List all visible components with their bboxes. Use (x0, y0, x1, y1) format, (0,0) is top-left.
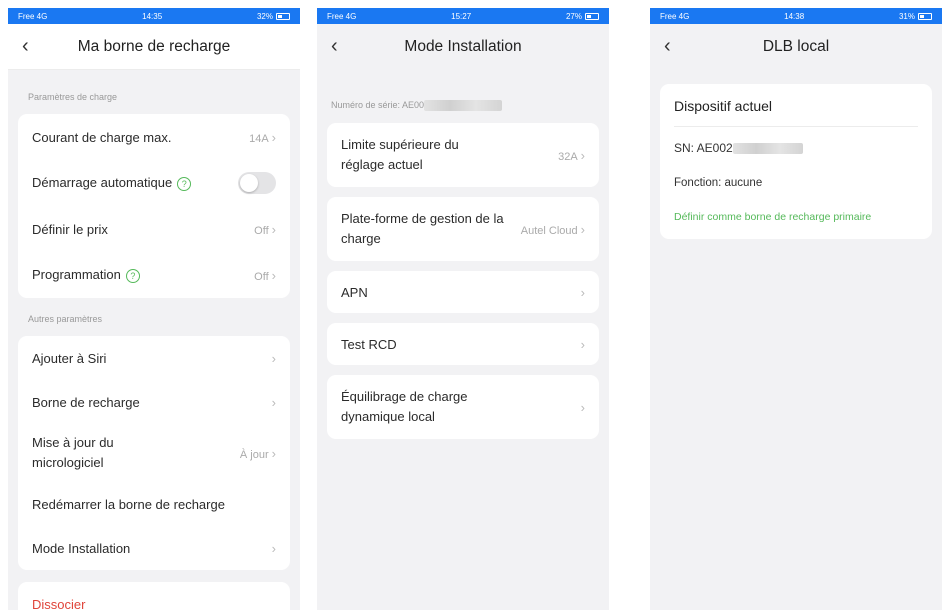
row-label: Démarrage automatique (32, 175, 173, 191)
chevron-right-icon: › (271, 445, 276, 461)
row-value: Off (254, 224, 269, 237)
screen-mode-installation: Free 4G 15:27 27% ‹ Mode Installation Nu… (317, 8, 609, 610)
row-label: Redémarrer la borne de recharge (32, 496, 225, 512)
row-dlb[interactable]: Équilibrage de charge dynamique local › (327, 375, 599, 439)
status-bar: Free 4G 15:27 27% (317, 8, 609, 24)
row-label: APN (341, 284, 368, 300)
card-title: Dispositif actuel (674, 98, 918, 127)
row-label: Ajouter à Siri (32, 350, 107, 366)
row-add-siri[interactable]: Ajouter à Siri › (18, 336, 290, 380)
chevron-right-icon: › (271, 394, 276, 410)
row-set-price[interactable]: Définir le prix Off › (18, 206, 290, 252)
page-title: Mode Installation (404, 38, 522, 55)
row-value: À jour (239, 448, 269, 461)
battery-indicator: 27% (566, 12, 599, 21)
card-dlb[interactable]: Équilibrage de charge dynamique local › (327, 375, 599, 440)
device-function: Fonction: aucune (674, 177, 763, 189)
set-primary-link[interactable]: Définir comme borne de recharge primaire (674, 211, 918, 223)
chevron-right-icon: › (580, 221, 585, 237)
row-label: Programmation (32, 267, 121, 283)
clock-label: 14:38 (784, 11, 805, 21)
row-label: Courant de charge max. (32, 129, 172, 145)
carrier-label: Free 4G (660, 11, 690, 21)
chevron-right-icon: › (271, 540, 276, 556)
nav-bar: ‹ Mode Installation (317, 24, 609, 70)
row-label: Mode Installation (32, 540, 131, 556)
row-firmware-update[interactable]: Mise à jour du micrologiciel À jour › (18, 424, 290, 482)
help-circle-icon[interactable]: ? (177, 176, 192, 191)
redacted-serial (424, 100, 503, 112)
clock-label: 15:27 (451, 11, 472, 21)
status-bar: Free 4G 14:38 31% (650, 8, 942, 24)
nav-bar: ‹ DLB local (650, 24, 942, 70)
row-label: Borne de recharge (32, 394, 140, 410)
section-header-other: Autres paramètres (28, 314, 103, 324)
row-label: Mise à jour du micrologiciel (32, 435, 114, 470)
status-bar: Free 4G 14:35 32% (8, 8, 300, 24)
row-charging-station[interactable]: Borne de recharge › (18, 380, 290, 424)
serial-number: Numéro de série: AE00 (317, 100, 609, 112)
row-value: 32A (558, 150, 578, 163)
chevron-right-icon: › (271, 350, 276, 366)
battery-icon (584, 12, 599, 20)
row-schedule[interactable]: Programmation? Off › (18, 252, 290, 298)
page-title: DLB local (762, 38, 830, 55)
card-charge-settings: Courant de charge max. 14A › Démarrage au… (18, 114, 290, 298)
carrier-label: Free 4G (18, 11, 48, 21)
card-current-device: Dispositif actuel SN: AE002 Fonction: au… (660, 84, 932, 239)
row-management-platform[interactable]: Plate-forme de gestion de la charge Aute… (327, 197, 599, 261)
battery-indicator: 31% (899, 12, 932, 21)
row-max-current[interactable]: Courant de charge max. 14A › (18, 114, 290, 160)
dissociate-button[interactable]: Dissocier (18, 582, 290, 610)
chevron-right-icon: › (271, 129, 276, 145)
back-chevron-icon[interactable]: ‹ (22, 36, 29, 56)
carrier-label: Free 4G (327, 11, 357, 21)
chevron-right-icon: › (271, 267, 276, 283)
battery-indicator: 32% (257, 12, 290, 21)
card-management-platform[interactable]: Plate-forme de gestion de la charge Aute… (327, 197, 599, 262)
back-chevron-icon[interactable]: ‹ (664, 36, 671, 56)
screen-ma-borne: Free 4G 14:35 32% ‹ Ma borne de recharge… (8, 8, 300, 610)
row-restart-station[interactable]: Redémarrer la borne de recharge (18, 482, 290, 526)
nav-bar: ‹ Ma borne de recharge (8, 24, 300, 70)
row-value: Off (254, 270, 269, 283)
chevron-right-icon: › (580, 399, 585, 415)
row-value: Autel Cloud (520, 224, 578, 237)
battery-icon (917, 12, 932, 20)
redacted-serial (732, 143, 803, 155)
chevron-right-icon: › (580, 147, 585, 163)
row-installation-mode[interactable]: Mode Installation › (18, 526, 290, 570)
row-auto-start: Démarrage automatique? (18, 160, 290, 206)
card-apn[interactable]: APN › (327, 271, 599, 314)
row-rcd-test[interactable]: Test RCD › (327, 323, 599, 365)
card-other-settings: Ajouter à Siri › Borne de recharge › Mis… (18, 336, 290, 570)
page-title: Ma borne de recharge (77, 37, 231, 55)
row-label: Limite supérieure du réglage actuel (341, 137, 459, 173)
row-label: Test RCD (341, 336, 397, 352)
back-chevron-icon[interactable]: ‹ (331, 36, 338, 56)
card-current-limit[interactable]: Limite supérieure du réglage actuel 32A › (327, 123, 599, 188)
row-current-limit[interactable]: Limite supérieure du réglage actuel 32A › (327, 123, 599, 187)
chevron-right-icon: › (580, 336, 585, 352)
clock-label: 14:35 (142, 11, 163, 21)
row-apn[interactable]: APN › (327, 271, 599, 313)
row-label: Plate-forme de gestion de la charge (341, 211, 504, 247)
card-dissociate: Dissocier (18, 582, 290, 610)
row-value: 14A (249, 132, 269, 145)
row-label: Équilibrage de charge dynamique local (341, 389, 468, 425)
chevron-right-icon: › (580, 284, 585, 300)
chevron-right-icon: › (271, 221, 276, 237)
row-label: Définir le prix (32, 221, 108, 237)
section-header-charge: Paramètres de charge (28, 92, 118, 102)
card-rcd-test[interactable]: Test RCD › (327, 323, 599, 366)
device-sn: SN: AE002 (674, 141, 918, 155)
help-circle-icon[interactable]: ? (125, 268, 140, 283)
battery-icon (275, 12, 290, 20)
screen-dlb-local: Free 4G 14:38 31% ‹ DLB local Dispositif… (650, 8, 942, 610)
auto-start-toggle[interactable] (238, 172, 276, 194)
